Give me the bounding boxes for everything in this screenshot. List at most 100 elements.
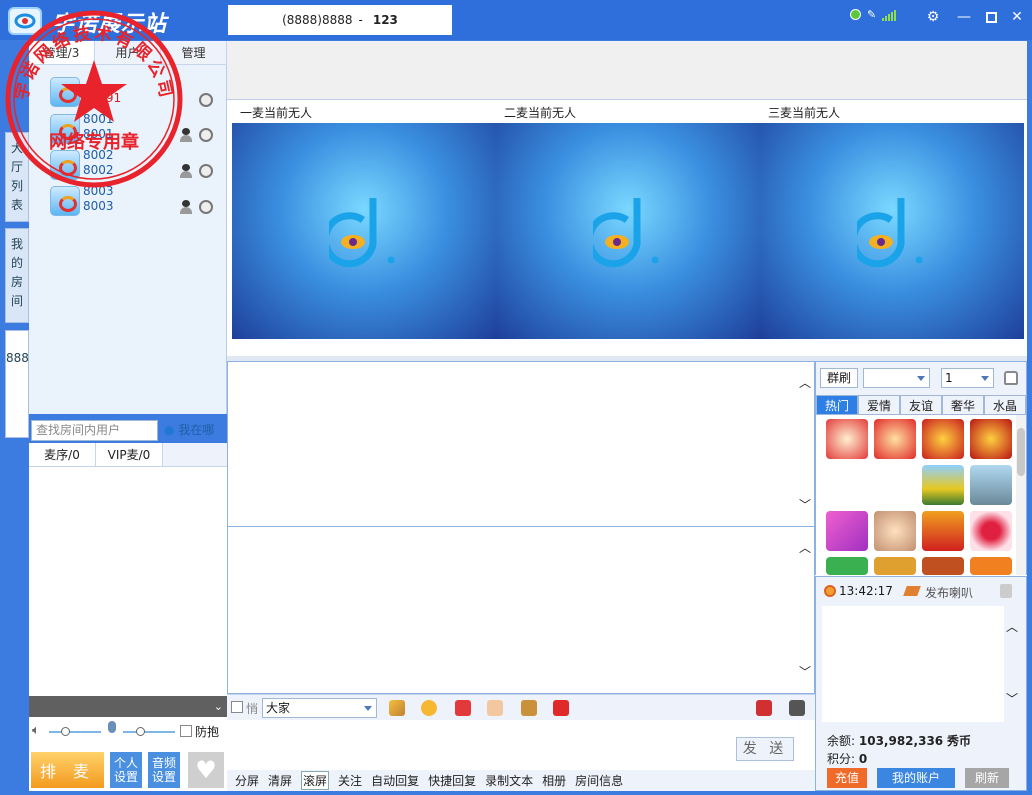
anti-hug-checkbox[interactable] [180, 725, 192, 737]
where-am-i-button[interactable]: ● 我在哪 [164, 421, 214, 438]
private-chat-area[interactable]: ︿ ﹀ [227, 527, 815, 694]
gift-item-icon[interactable] [970, 465, 1012, 505]
tab-gift-luxury[interactable]: 奢华 [942, 395, 984, 415]
stamp-icon[interactable] [521, 700, 537, 716]
brand-logo-icon [857, 198, 923, 268]
heart-icon: ♥ [195, 756, 217, 784]
heart-button[interactable]: ♥ [188, 752, 224, 788]
gift-item-icon[interactable] [826, 419, 868, 459]
microphone-icon[interactable] [108, 721, 116, 733]
quick-reply-link[interactable]: 快捷回复 [428, 772, 476, 789]
gift-item-icon[interactable] [826, 511, 868, 551]
double-chevron-down-icon[interactable]: ⌄ [214, 700, 223, 713]
split-screen-link[interactable]: 分屏 [235, 772, 259, 789]
gift-icon[interactable] [455, 700, 471, 716]
gift-item-icon[interactable] [874, 419, 916, 459]
basket-icon[interactable] [756, 700, 772, 716]
balance-unit: 秀币 [946, 734, 971, 748]
close-button[interactable]: ✕ [1008, 8, 1026, 26]
video-slot-1[interactable] [232, 123, 496, 339]
tab-gift-love[interactable]: 爱情 [858, 395, 900, 415]
public-chat-area[interactable]: ︿ ﹀ [227, 361, 815, 527]
tab-mic-queue[interactable]: 麦序/0 [29, 443, 96, 466]
pencil-icon[interactable] [389, 700, 405, 716]
video-slot-3[interactable] [760, 123, 1024, 339]
gift-item-icon[interactable] [922, 419, 964, 459]
gift-grid [816, 415, 1016, 575]
gift-item-icon[interactable] [826, 557, 868, 575]
camera-icon [199, 128, 213, 142]
refresh-button[interactable]: 刷新 [965, 768, 1009, 788]
unlock-icon[interactable] [1004, 371, 1018, 385]
room-info-link[interactable]: 房间信息 [575, 772, 623, 789]
record-text-link[interactable]: 录制文本 [485, 772, 533, 789]
gift-item-icon[interactable] [922, 511, 964, 551]
tab-vip-mic[interactable]: VIP麦/0 [96, 443, 163, 466]
whisper-checkbox[interactable] [231, 701, 243, 713]
mic-volume-slider[interactable] [123, 731, 175, 733]
mass-send-button[interactable]: 群刷 [820, 368, 858, 388]
speaker-message-box[interactable] [822, 606, 1004, 722]
recharge-button[interactable]: 充值 [827, 768, 867, 788]
follow-link[interactable]: 关注 [338, 772, 362, 789]
document-icon[interactable] [1000, 584, 1012, 598]
minimize-button[interactable]: — [955, 8, 973, 26]
scroll-up-icon[interactable]: ︿ [798, 539, 812, 556]
speaker-icon[interactable]: 🔈︎ [32, 723, 40, 738]
tab-gift-friendship[interactable]: 友谊 [900, 395, 942, 415]
gift-item-icon[interactable] [922, 465, 964, 505]
auto-reply-link[interactable]: 自动回复 [371, 772, 419, 789]
video-slot-2-label: 二麦当前无人 [504, 106, 577, 120]
red-envelope-icon[interactable] [553, 700, 569, 716]
tools-icon[interactable] [789, 700, 805, 716]
slider-handle[interactable] [136, 727, 145, 736]
speaker-volume-slider[interactable] [49, 731, 101, 733]
scroll-down-icon[interactable]: ﹀ [798, 663, 812, 680]
thumbs-up-icon[interactable] [487, 700, 503, 716]
queue-mic-button[interactable]: 排 麦 [31, 752, 104, 788]
maximize-button[interactable] [982, 8, 1000, 26]
gift-item-icon[interactable] [874, 557, 916, 575]
slider-handle[interactable] [61, 727, 70, 736]
album-link[interactable]: 相册 [542, 772, 566, 789]
audio-settings-button[interactable]: 音频设置 [148, 752, 180, 788]
recipient-select[interactable]: 大家 [262, 698, 377, 718]
scroll-up-icon[interactable]: ︿ [798, 374, 812, 391]
tab-gift-hot[interactable]: 热门 [816, 395, 858, 415]
personal-settings-button[interactable]: 个人设置 [110, 752, 142, 788]
mic-queue-tabs: 麦序/0 VIP麦/0 [29, 443, 227, 467]
gift-category-tabs: 热门 爱情 友谊 奢华 水晶 [816, 395, 1026, 415]
gift-count-select[interactable]: 1 [941, 368, 994, 388]
send-button[interactable]: 发 送 [736, 737, 794, 761]
scroll-up-icon[interactable]: ︿ [1006, 618, 1018, 635]
gift-scroll-thumb[interactable] [1017, 428, 1025, 476]
anti-hug-label: 防抱 [195, 725, 220, 739]
gear-icon[interactable]: ⚙ [924, 8, 942, 26]
gift-item-icon[interactable] [922, 557, 964, 575]
clear-screen-link[interactable]: 清屏 [268, 772, 292, 789]
balance-value: 103,982,336 [858, 734, 944, 748]
camera-icon [199, 164, 213, 178]
scroll-down-icon[interactable]: ﹀ [798, 496, 812, 513]
points-value: 0 [858, 752, 868, 766]
gift-item-icon[interactable] [874, 511, 916, 551]
my-account-button[interactable]: 我的账户 [877, 768, 955, 788]
message-input[interactable] [227, 720, 815, 770]
gift-item-icon[interactable] [970, 557, 1012, 575]
auto-scroll-link[interactable]: 滚屏 [301, 771, 330, 790]
gift-item-icon[interactable] [970, 419, 1012, 459]
online-status-icon[interactable] [850, 9, 861, 20]
gift-item-icon[interactable] [970, 511, 1012, 551]
pen-icon[interactable]: ✎ [867, 8, 876, 21]
publish-speaker-link[interactable]: 发布喇叭 [925, 584, 973, 601]
tab-room-8888[interactable]: 8888 [5, 330, 37, 438]
user-search-input[interactable]: 查找房间内用户 [31, 420, 158, 441]
collapse-bar[interactable]: ⌄ [29, 696, 227, 717]
gift-recipient-select[interactable] [863, 368, 930, 388]
camera-icon [199, 93, 213, 107]
tab-gift-crystal[interactable]: 水晶 [984, 395, 1026, 415]
video-slot-2[interactable] [496, 123, 760, 339]
emoji-icon[interactable] [421, 700, 437, 716]
tab-my-room[interactable]: 我的房间 [5, 228, 29, 323]
scroll-down-icon[interactable]: ﹀ [1006, 690, 1018, 707]
